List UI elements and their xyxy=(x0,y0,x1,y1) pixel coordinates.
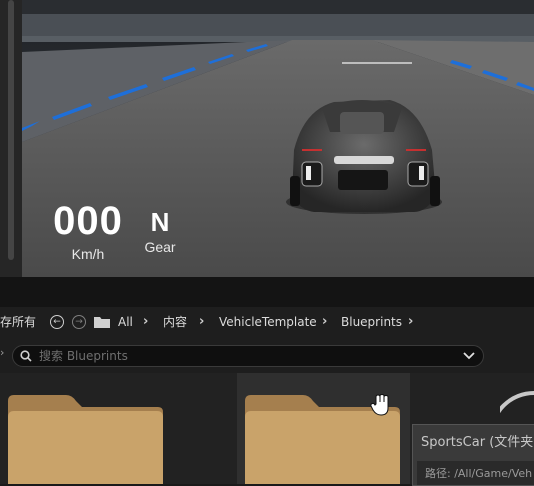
tooltip-title: SportsCar (文件夹 xyxy=(421,435,534,450)
search-row: › xyxy=(0,337,534,373)
speed-unit-label: Km/h xyxy=(71,246,105,262)
folder-tile[interactable] xyxy=(0,373,170,484)
filter-chevron-icon[interactable]: › xyxy=(0,346,4,359)
search-box[interactable] xyxy=(12,345,484,367)
chevron-right-icon[interactable]: › xyxy=(408,307,413,337)
breadcrumb-blueprints[interactable]: Blueprints xyxy=(341,307,402,337)
breadcrumb-all[interactable]: All xyxy=(118,307,133,337)
folder-tile-sportscar[interactable] xyxy=(237,373,410,484)
game-viewport[interactable]: 000 Km/h N Gear xyxy=(0,0,534,277)
folder-icon xyxy=(8,395,163,484)
hand-cursor-icon xyxy=(370,394,389,416)
back-arrow-icon[interactable]: ← xyxy=(50,315,64,329)
gear-readout: N xyxy=(150,207,170,237)
forward-arrow-icon[interactable]: → xyxy=(72,315,86,329)
gear-label: Gear xyxy=(144,239,176,255)
search-icon xyxy=(20,350,32,362)
tooltip-path: 路径: /All/Game/Veh xyxy=(425,467,533,480)
breadcrumb-vehicletemplate[interactable]: VehicleTemplate xyxy=(219,307,317,337)
chevron-right-icon[interactable]: › xyxy=(199,307,204,337)
speed-readout: 000 xyxy=(53,199,123,243)
save-all-button[interactable]: 存所有 xyxy=(0,307,36,337)
breadcrumb-content[interactable]: 内容 xyxy=(163,307,187,337)
folder-icon[interactable] xyxy=(94,316,110,328)
tooltip-path-row: 路径: /All/Game/Veh xyxy=(417,461,534,485)
panel-divider xyxy=(0,277,534,307)
folder-tooltip: SportsCar (文件夹 路径: /All/Game/Veh xyxy=(412,424,534,486)
viewport-left-scrollbar[interactable] xyxy=(0,0,22,277)
chevron-right-icon[interactable]: › xyxy=(143,307,148,337)
content-browser-toolbar: 存所有 ← → All › 内容 › VehicleTemplate › Blu… xyxy=(0,307,534,337)
chevron-down-icon[interactable] xyxy=(463,352,475,360)
search-input[interactable] xyxy=(39,346,439,366)
chevron-right-icon[interactable]: › xyxy=(322,307,327,337)
